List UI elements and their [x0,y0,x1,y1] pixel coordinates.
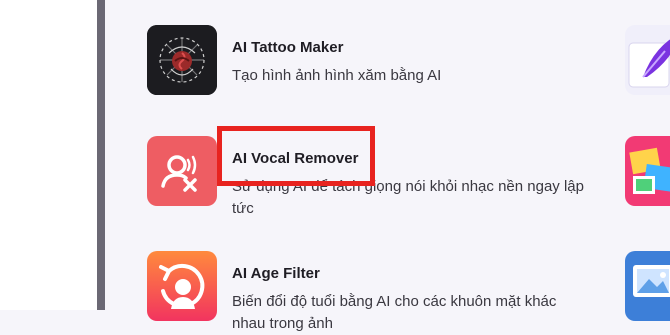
image-gallery-icon[interactable] [625,251,670,321]
age-filter-icon [147,251,217,321]
vocal-remove-icon [147,136,217,206]
tool-description: Biến đổi độ tuổi bằng AI cho các khuôn m… [232,293,557,332]
tattoo-rose-icon [147,25,217,95]
tool-title[interactable]: AI Tattoo Maker [232,39,343,56]
tool-description: Tạo hình ảnh hình xăm bằng AI [232,67,442,84]
photo-collage-icon[interactable] [625,136,670,206]
tool-title[interactable]: AI Age Filter [232,265,320,282]
highlight-box [217,126,375,186]
sidebar-border [97,0,105,310]
feather-pen-icon[interactable] [625,25,670,95]
left-sidebar [0,0,97,310]
